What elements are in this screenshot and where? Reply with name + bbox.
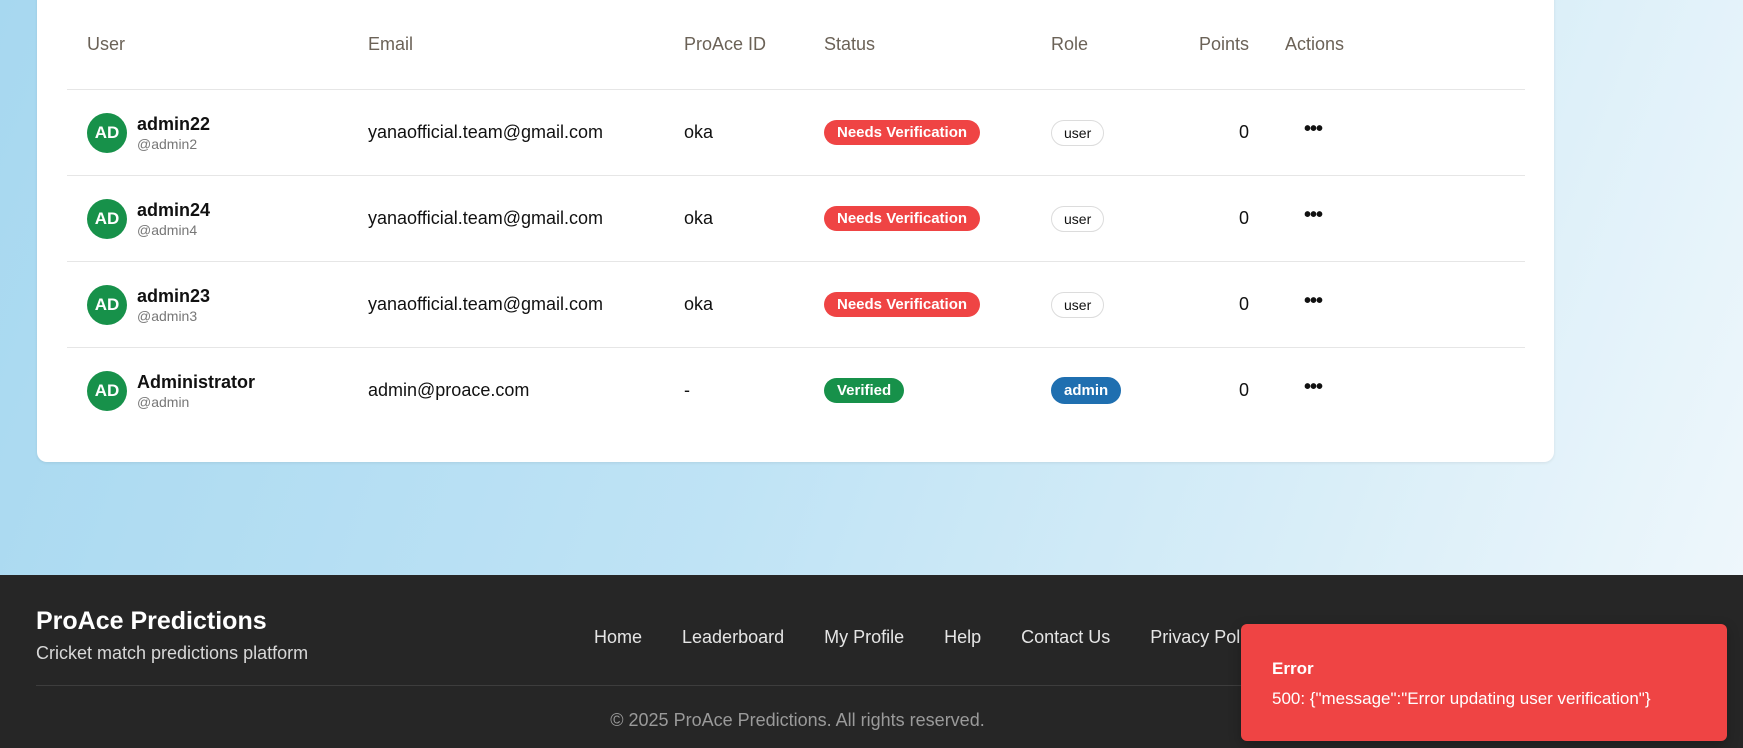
user-handle: @admin4 [137, 221, 198, 238]
status-badge: Needs Verification [824, 292, 981, 317]
more-horizontal-icon[interactable]: ••• [1297, 291, 1329, 319]
toast-title: Error [1272, 659, 1314, 678]
role-badge: admin [1051, 377, 1122, 404]
column-header-status: Status [824, 0, 1051, 90]
user-email: yanaofficial.team@gmail.com [368, 261, 684, 348]
role-badge: user [1051, 291, 1105, 318]
footer-link-my-profile[interactable]: My Profile [824, 627, 904, 648]
table-row: AD admin22 @admin2 yanaofficial.team@gmail… [67, 89, 1525, 176]
footer-link-help[interactable]: Help [944, 627, 981, 648]
user-handle: @admin2 [137, 135, 198, 152]
users-table: User Email ProAce ID Status Role Points … [67, 0, 1525, 433]
status-badge: Needs Verification [824, 206, 981, 231]
role-badge: user [1051, 205, 1105, 232]
user-email: yanaofficial.team@gmail.com [368, 89, 684, 176]
user-points: 0 [1165, 175, 1285, 262]
footer-link-contact-us[interactable]: Contact Us [1021, 627, 1110, 648]
user-email: yanaofficial.team@gmail.com [368, 175, 684, 262]
column-header-actions: Actions [1285, 0, 1525, 90]
avatar: AD [87, 284, 127, 325]
avatar: AD [87, 370, 127, 411]
footer-nav: Home Leaderboard My Profile Help Contact… [594, 627, 1302, 648]
user-email: admin@proace.com [368, 380, 530, 400]
user-points: 0 [1165, 261, 1285, 348]
column-header-points: Points [1165, 0, 1285, 90]
user-points: 0 [1238, 380, 1249, 400]
footer-brand: ProAce Predictions [36, 607, 267, 635]
table-row: AD admin23 @admin3 yanaofficial.team@gmail… [67, 261, 1525, 348]
users-table-card: User Email ProAce ID Status Role Points … [37, 0, 1554, 462]
user-proace-id: oka [684, 89, 824, 176]
user-name: admin23 [137, 285, 211, 306]
status-badge: Needs Verification [824, 120, 981, 145]
table-row: AD admin24 @admin4 yanaofficial.team@gmail… [67, 175, 1525, 262]
toast-message: 500: {"message":"Error updating user ver… [1272, 689, 1651, 708]
role-badge: user [1051, 119, 1105, 146]
more-horizontal-icon[interactable]: ••• [1297, 119, 1329, 147]
error-toast[interactable]: Error 500: {"message":"Error updating us… [1241, 624, 1727, 741]
footer-link-home[interactable]: Home [594, 627, 642, 648]
user-name: admin22 [137, 113, 211, 134]
user-proace-id: - [684, 380, 690, 400]
more-horizontal-icon[interactable]: ••• [1297, 205, 1329, 233]
user-points: 0 [1165, 89, 1285, 176]
avatar: AD [87, 198, 127, 239]
user-proace-id: oka [684, 261, 824, 348]
table-header-row: User Email ProAce ID Status Role Points … [67, 0, 1525, 90]
column-header-email: Email [368, 0, 684, 90]
footer-tagline: Cricket match predictions platform [36, 643, 309, 663]
user-handle: @admin [137, 393, 190, 410]
footer-link-leaderboard[interactable]: Leaderboard [682, 627, 784, 648]
user-handle: @admin3 [137, 307, 198, 324]
more-horizontal-icon[interactable]: ••• [1297, 377, 1329, 405]
avatar: AD [87, 112, 127, 153]
column-header-proace-id: ProAce ID [684, 0, 824, 90]
user-name: admin24 [137, 199, 211, 220]
column-header-user: User [67, 0, 368, 90]
table-row: AD Administrator @admin admin@proace.com -… [67, 348, 1525, 434]
status-badge: Verified [824, 378, 905, 403]
user-proace-id: oka [684, 175, 824, 262]
column-header-role: Role [1051, 0, 1165, 90]
user-name: Administrator [137, 371, 256, 392]
